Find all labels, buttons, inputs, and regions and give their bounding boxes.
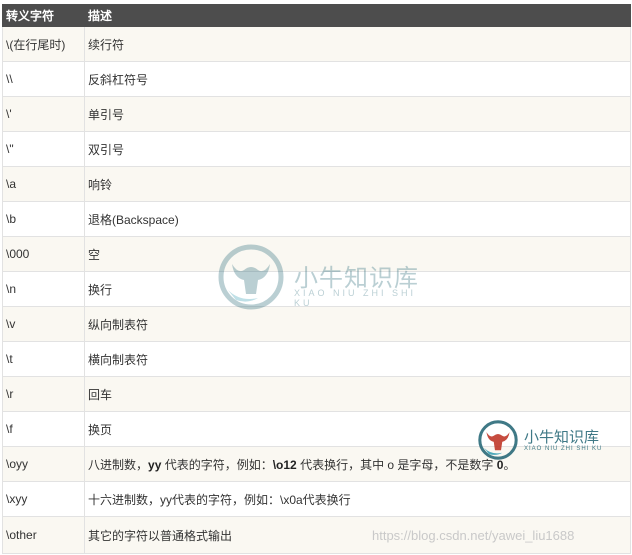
- escape-cell: \": [2, 131, 85, 167]
- escape-cell: \oyy: [2, 446, 85, 482]
- description-cell: 十六进制数，yy代表的字符，例如：\x0a代表换行: [84, 481, 631, 517]
- escape-cell: \f: [2, 411, 85, 447]
- escape-cell: \': [2, 96, 85, 132]
- desc-text: 代表换行，其中 o 是字母，不是数字: [296, 457, 497, 472]
- watermark-subtext: XIAO NIU ZHI SHI KU: [524, 446, 603, 452]
- watermark-text: 小牛知识库: [524, 429, 600, 446]
- watermark-subtext: XIAO NIU ZHI SHI KU: [294, 288, 417, 308]
- escape-cell: \other: [2, 516, 85, 554]
- watermark-center: 小牛知识库 XIAO NIU ZHI SHI KU: [218, 244, 438, 310]
- table-row: \\ 反斜杠符号: [2, 61, 631, 97]
- description-cell: 单引号: [84, 96, 631, 132]
- description-cell: 回车: [84, 376, 631, 412]
- desc-text: 代表的字符，例如：: [161, 457, 273, 472]
- escape-cell: \a: [2, 166, 85, 202]
- table-row: \' 单引号: [2, 96, 631, 132]
- description-cell: 反斜杠符号: [84, 61, 631, 97]
- table-row: \" 双引号: [2, 131, 631, 167]
- escape-cell: \\: [2, 61, 85, 97]
- table-row: \xyy 十六进制数，yy代表的字符，例如：\x0a代表换行: [2, 481, 631, 517]
- watermark-url: https://blog.csdn.net/yawei_liu1688: [372, 528, 575, 543]
- escape-cell: \v: [2, 306, 85, 342]
- table-row: \a 响铃: [2, 166, 631, 202]
- escape-cell: \n: [2, 271, 85, 307]
- description-cell: 横向制表符: [84, 341, 631, 377]
- description-cell: 续行符: [84, 26, 631, 62]
- bull-logo-icon: [218, 244, 284, 310]
- escape-cell: \t: [2, 341, 85, 377]
- table-row: \t 横向制表符: [2, 341, 631, 377]
- table-row: \(在行尾时) 续行符: [2, 26, 631, 62]
- column-header-description: 描述: [84, 4, 631, 27]
- description-cell: 退格(Backspace): [84, 201, 631, 237]
- table-header-row: 转义字符 描述: [2, 4, 631, 27]
- escape-cell: \xyy: [2, 481, 85, 517]
- table-row: \b 退格(Backspace): [2, 201, 631, 237]
- escape-cell: \(在行尾时): [2, 26, 85, 62]
- desc-code: \o12: [272, 457, 297, 472]
- desc-code: yy: [148, 457, 162, 472]
- table-row: \v 纵向制表符: [2, 306, 631, 342]
- desc-text: 八进制数，: [88, 457, 149, 472]
- escape-cell: \000: [2, 236, 85, 272]
- table-row: \r 回车: [2, 376, 631, 412]
- description-cell: 纵向制表符: [84, 306, 631, 342]
- column-header-escape: 转义字符: [2, 4, 85, 27]
- escape-cell: \b: [2, 201, 85, 237]
- watermark-corner: 小牛知识库 XIAO NIU ZHI SHI KU: [478, 420, 628, 460]
- bull-logo-icon: [478, 420, 518, 460]
- description-cell: 双引号: [84, 131, 631, 167]
- description-cell: 响铃: [84, 166, 631, 202]
- escape-cell: \r: [2, 376, 85, 412]
